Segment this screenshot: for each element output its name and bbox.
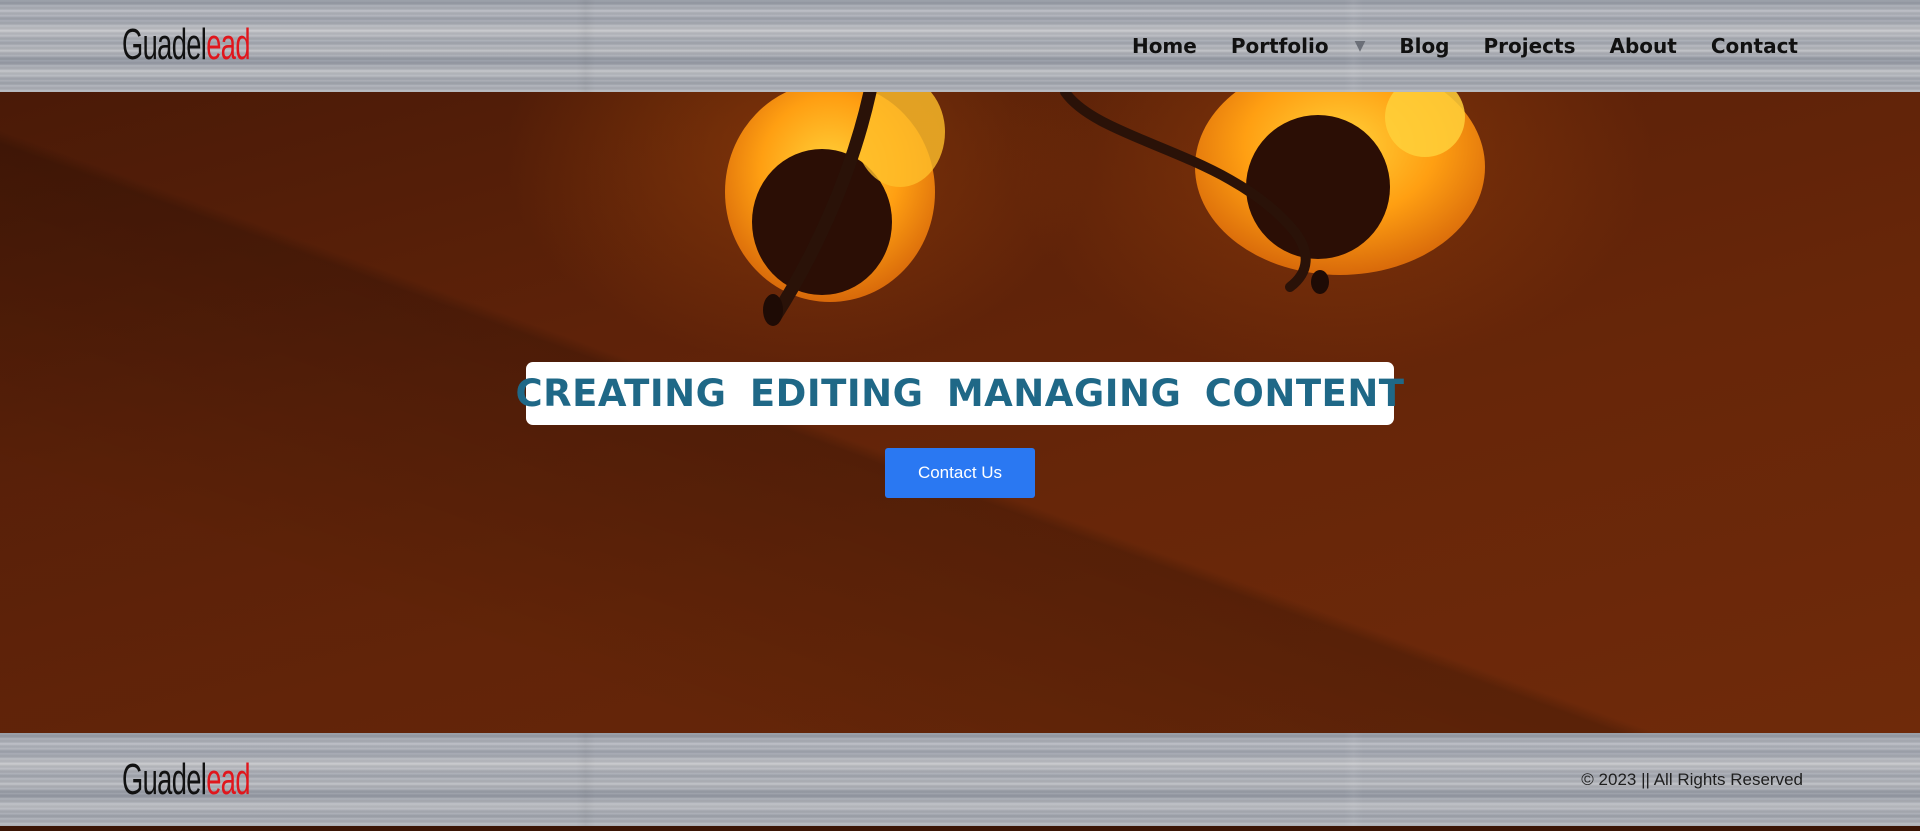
caret-down-icon[interactable]: ▼ <box>1355 38 1366 54</box>
contact-us-button[interactable]: Contact Us <box>885 448 1035 498</box>
nav-portfolio[interactable]: Portfolio ▼ <box>1231 34 1366 58</box>
nav-blog[interactable]: Blog <box>1399 34 1449 58</box>
nav-home[interactable]: Home <box>1132 34 1197 58</box>
nav-projects[interactable]: Projects <box>1484 34 1576 58</box>
logo-text-dark: Guadel <box>122 20 207 69</box>
header-logo[interactable]: Guadelead <box>122 20 251 69</box>
bottom-edge <box>0 826 1920 831</box>
nav-about[interactable]: About <box>1610 34 1677 58</box>
footer-logo[interactable]: Guadelead <box>122 755 251 804</box>
copyright-text: © 2023 || All Rights Reserved <box>1581 770 1803 789</box>
footer-logo-text-red: ead <box>206 755 250 804</box>
logo-text-red: ead <box>206 20 250 69</box>
nav-contact[interactable]: Contact <box>1711 34 1798 58</box>
hero-headline: CREATING EDITING MANAGING CONTENT <box>515 372 1405 415</box>
nav-portfolio-label: Portfolio <box>1230 34 1329 58</box>
main-nav: Home Portfolio ▼ Blog Projects About Con… <box>1132 0 1798 92</box>
headline-box: CREATING EDITING MANAGING CONTENT <box>515 362 1404 425</box>
footer-logo-text-dark: Guadel <box>122 755 207 804</box>
